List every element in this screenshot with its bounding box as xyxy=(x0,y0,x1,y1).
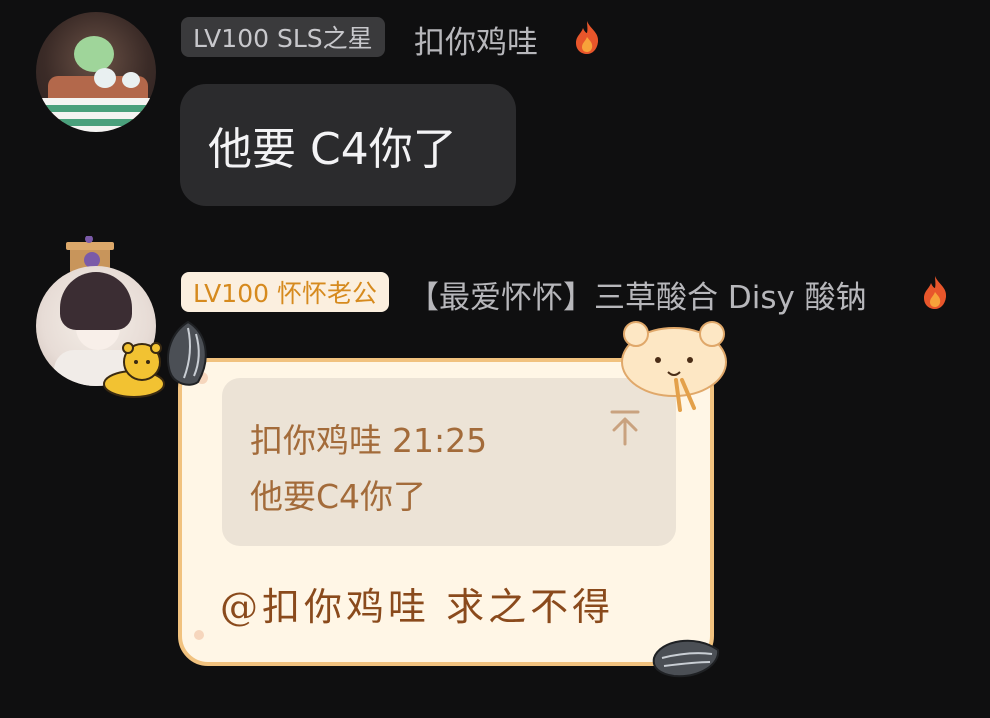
paw-decoration xyxy=(194,630,204,640)
message-text: 他要 C4你了 xyxy=(208,124,457,175)
quote-author: 扣你鸡哇 xyxy=(250,421,382,460)
fire-icon xyxy=(576,21,599,54)
sunflower-seed-icon xyxy=(652,639,720,678)
username[interactable]: 【最爱怀怀】三草酸合 Disy 酸钠 xyxy=(408,272,867,317)
avatar-scoop-shape xyxy=(74,36,114,72)
avatar-hair-shape xyxy=(60,272,132,330)
avatar-stripes-shape xyxy=(42,98,152,132)
avatar-scoop-shape xyxy=(122,72,140,88)
username[interactable]: 扣你鸡哇 xyxy=(414,17,538,62)
level-badge[interactable]: LV100 怀怀老公 xyxy=(181,272,389,312)
fire-icon xyxy=(924,276,947,309)
quote-header: 扣你鸡哇 21:25 xyxy=(250,414,487,462)
quote-text: 他要C4你了 xyxy=(250,477,427,516)
level-badge[interactable]: LV100 SLS之星 xyxy=(181,17,385,57)
avatar-scoop-shape xyxy=(94,68,116,88)
message-bubble[interactable]: 他要 C4你了 xyxy=(180,84,516,206)
quoted-message[interactable]: 扣你鸡哇 21:25 他要C4你了 xyxy=(222,378,676,546)
chat-stage: LV100 SLS之星 扣你鸡哇 他要 C4你了 LV100 怀怀老公 【最爱怀… xyxy=(0,0,990,718)
avatar-icecream-icon[interactable] xyxy=(36,12,156,132)
tiger-icon xyxy=(621,321,727,412)
sunflower-seed-icon xyxy=(167,320,207,386)
bear-icon xyxy=(103,342,165,398)
reply-text: @扣你鸡哇 求之不得 xyxy=(220,585,615,629)
quote-time: 21:25 xyxy=(392,421,488,460)
